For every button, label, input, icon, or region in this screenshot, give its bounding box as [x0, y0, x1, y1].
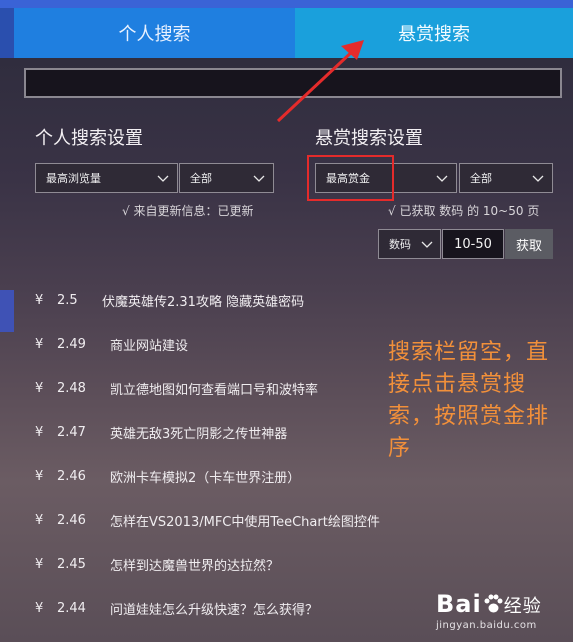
list-item[interactable]: ¥ 2.45 怎样到达魔兽世界的达拉然？	[0, 542, 573, 586]
chevron-down-icon	[436, 175, 448, 182]
question-title: 怎样到达魔兽世界的达拉然？	[110, 558, 280, 574]
question-title: 欧洲卡车模拟2（卡车世界注册）	[110, 470, 301, 486]
chevron-down-icon	[157, 175, 169, 182]
tab-reward-search[interactable]: 悬赏搜索	[295, 8, 573, 58]
reward-amount: 2.46	[57, 512, 86, 528]
baidu-jingyan-logo: Bai 经验	[436, 590, 542, 618]
yen-symbol: ¥	[35, 600, 44, 616]
chevron-down-icon	[253, 175, 265, 182]
category-dropdown[interactable]: 数码	[378, 229, 441, 259]
question-title: 凯立德地图如何查看端口号和波特率	[110, 382, 319, 398]
category-value: 数码	[389, 238, 411, 251]
reward-amount: 2.5	[57, 292, 78, 308]
top-strip	[0, 0, 573, 8]
search-input[interactable]	[24, 68, 562, 98]
personal-status: √ 来自更新信息：已更新	[122, 204, 254, 218]
yen-symbol: ¥	[35, 512, 44, 528]
personal-settings-title: 个人搜索设置	[35, 128, 143, 149]
reward-amount: 2.48	[57, 380, 86, 396]
page-range-input[interactable]: 10-50	[442, 229, 504, 259]
reward-amount: 2.46	[57, 468, 86, 484]
personal-sort-dropdown[interactable]: 最高浏览量	[35, 163, 178, 193]
list-item[interactable]: ¥ 2.46 怎样在VS2013/MFC中使用TeeChart绘图控件	[0, 498, 573, 542]
search-tabs: 个人搜索 悬赏搜索	[14, 8, 573, 58]
question-title: 问道娃娃怎么升级快速？怎么获得？	[110, 602, 319, 618]
yen-symbol: ¥	[35, 292, 44, 308]
yen-symbol: ¥	[35, 556, 44, 572]
tab-personal-search[interactable]: 个人搜索	[14, 8, 295, 58]
personal-scope-dropdown[interactable]: 全部	[179, 163, 274, 193]
question-title: 伏魔英雄传2.31攻略 隐藏英雄密码	[102, 294, 305, 310]
reward-amount: 2.44	[57, 600, 86, 616]
question-title: 英雄无敌3死亡阴影之传世神器	[110, 426, 288, 442]
annotation-note: 搜索栏留空，直接点击悬赏搜索，按照赏金排序	[388, 340, 550, 461]
question-title: 怎样在VS2013/MFC中使用TeeChart绘图控件	[110, 514, 380, 530]
reward-scope-value: 全部	[470, 172, 492, 185]
reward-status: √ 已获取 数码 的 10~50 页	[388, 204, 540, 218]
chevron-down-icon	[421, 241, 433, 248]
paw-icon	[484, 594, 503, 613]
list-item[interactable]: ¥ 2.5 伏魔英雄传2.31攻略 隐藏英雄密码	[0, 278, 573, 322]
reward-amount: 2.45	[57, 556, 86, 572]
chevron-down-icon	[532, 175, 544, 182]
highlight-box	[307, 155, 394, 201]
yen-symbol: ¥	[35, 424, 44, 440]
reward-amount: 2.49	[57, 336, 86, 352]
fetch-button[interactable]: 获取	[505, 229, 553, 259]
personal-sort-value: 最高浏览量	[46, 172, 101, 185]
reward-scope-dropdown[interactable]: 全部	[459, 163, 553, 193]
reward-amount: 2.47	[57, 424, 86, 440]
yen-symbol: ¥	[35, 468, 44, 484]
reward-settings-title: 悬赏搜索设置	[315, 128, 423, 149]
yen-symbol: ¥	[35, 380, 44, 396]
question-title: 商业网站建设	[110, 338, 189, 354]
yen-symbol: ¥	[35, 336, 44, 352]
watermark-url: jingyan.baidu.com	[436, 620, 537, 631]
left-edge-bar	[0, 8, 14, 58]
personal-scope-value: 全部	[190, 172, 212, 185]
